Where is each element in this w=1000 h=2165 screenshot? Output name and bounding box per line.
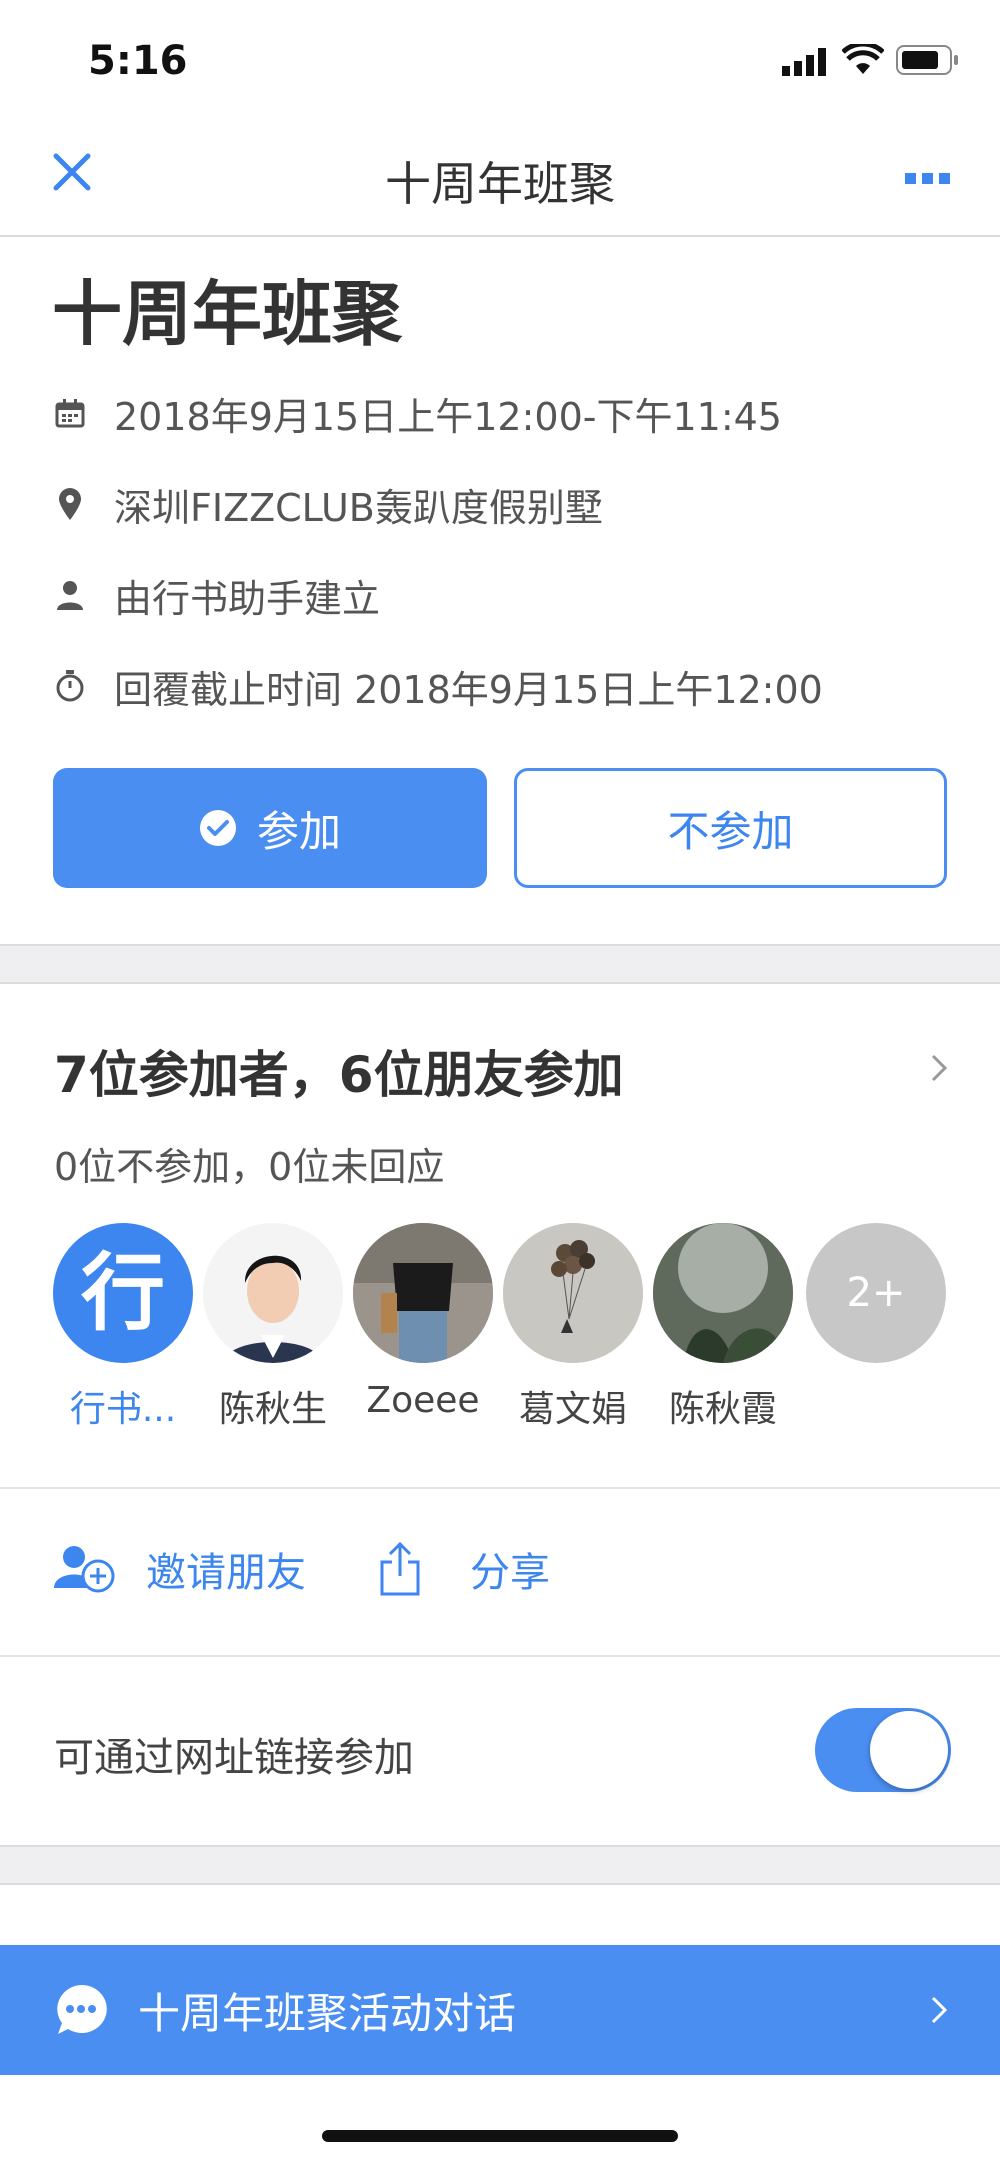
avatar-label: Zoeee — [366, 1380, 480, 1421]
add-person-icon — [54, 1546, 115, 1593]
nav-divider — [0, 235, 1000, 237]
avatar-label: 葛文娟 — [518, 1389, 627, 1430]
chat-bar[interactable]: 十周年班聚活动对话 — [0, 1945, 1000, 2075]
attendees-subtitle: 0位不参加，0位未回应 — [54, 1145, 445, 1189]
decline-button-label: 不参加 — [667, 806, 794, 856]
home-indicator — [322, 2130, 678, 2142]
join-button[interactable]: 参加 — [53, 768, 487, 888]
invite-friends-button[interactable]: 邀请朋友 — [54, 1540, 306, 1598]
chevron-right-icon[interactable] — [930, 1053, 948, 1087]
battery-icon — [896, 44, 960, 80]
share-label: 分享 — [470, 1550, 550, 1596]
creator-row: 由行书助手建立 — [52, 565, 380, 625]
check-circle-icon — [199, 810, 236, 846]
avatar-assistant[interactable]: 行 — [53, 1223, 193, 1363]
deadline-row: 回覆截止时间 2018年9月15日上午12:00 — [52, 656, 823, 716]
share-button[interactable]: 分享 — [378, 1540, 550, 1598]
close-icon — [53, 153, 91, 191]
section-gap — [0, 1845, 1000, 1885]
attendees-title[interactable]: 7位参加者，6位朋友参加 — [54, 1035, 624, 1107]
location-row[interactable]: 深圳FIZZCLUB轰趴度假别墅 — [52, 474, 603, 534]
calendar-icon — [52, 395, 88, 431]
avatar-person-5[interactable] — [653, 1223, 793, 1363]
person-icon — [52, 577, 88, 613]
avatar-person-2[interactable] — [203, 1223, 343, 1363]
chat-bar-label: 十周年班聚活动对话 — [138, 1988, 517, 2038]
more-attendees-button[interactable]: 2+ — [806, 1223, 946, 1363]
link-join-toggle[interactable] — [815, 1708, 951, 1792]
status-time: 5:16 — [88, 38, 188, 84]
avatar-label: 陈秋生 — [218, 1389, 327, 1430]
location-pin-icon — [52, 486, 88, 522]
event-title: 十周年班聚 — [52, 273, 402, 355]
share-icon — [380, 1542, 420, 1596]
more-icon — [905, 173, 950, 184]
event-location: 深圳FIZZCLUB轰趴度假别墅 — [114, 485, 603, 530]
join-button-label: 参加 — [256, 806, 341, 856]
avatar-person-4[interactable] — [503, 1223, 643, 1363]
wifi-icon — [841, 41, 885, 80]
chevron-right-icon — [931, 1996, 948, 2024]
section-gap — [0, 944, 1000, 984]
avatar-label: 行书... — [69, 1389, 177, 1430]
nav-title: 十周年班聚 — [385, 157, 615, 211]
stopwatch-icon — [52, 668, 88, 704]
event-datetime: 2018年9月15日上午12:00-下午11:45 — [114, 394, 782, 439]
link-join-label: 可通过网址链接参加 — [54, 1735, 414, 1781]
signal-icon — [782, 48, 830, 80]
date-row: 2018年9月15日上午12:00-下午11:45 — [52, 383, 782, 443]
toggle-knob — [870, 1711, 948, 1789]
event-deadline: 回覆截止时间 2018年9月15日上午12:00 — [114, 667, 823, 712]
more-attendees-count: 2+ — [846, 1270, 906, 1316]
more-button[interactable] — [905, 170, 951, 189]
avatar-assistant-text: 行 — [80, 1244, 165, 1342]
decline-button[interactable]: 不参加 — [514, 768, 947, 888]
avatar-label: 陈秋霞 — [668, 1389, 777, 1430]
divider — [0, 1655, 1000, 1657]
avatar-person-3[interactable] — [353, 1223, 493, 1363]
chat-bubble-icon — [57, 1984, 107, 2034]
divider — [0, 1487, 1000, 1489]
event-creator: 由行书助手建立 — [114, 576, 381, 621]
invite-friends-label: 邀请朋友 — [146, 1550, 306, 1596]
close-button[interactable] — [52, 152, 92, 192]
